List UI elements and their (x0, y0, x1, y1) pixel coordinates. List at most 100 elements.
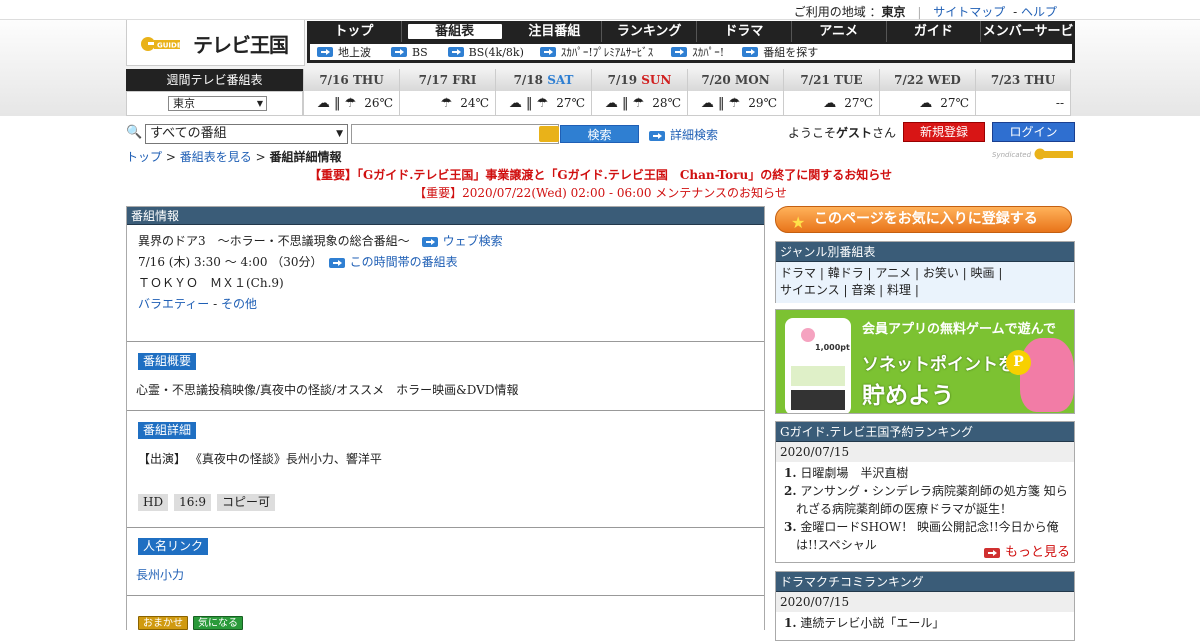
breadcrumb-separator: > (255, 150, 266, 164)
register-button[interactable]: 新規登録 (903, 122, 985, 142)
day-of-week: TUE (834, 73, 863, 87)
genre-link[interactable]: サイエンス (780, 283, 840, 297)
area-select[interactable]: 東京 (168, 96, 267, 111)
day-weather: ☁ ‖ ☂ 28℃ (592, 91, 687, 116)
program-summary-section: 番組概要 心霊・不思議投稿映像/真夜中の怪談/オススメ ホラー映画&DVD情報 (127, 342, 764, 411)
omakase-button[interactable]: おまかせ (138, 616, 188, 630)
person-link[interactable]: 長州小力 (136, 568, 184, 582)
genre-link[interactable]: 料理 (887, 283, 911, 297)
sub-link-find-program[interactable]: 番組を探す (742, 44, 818, 60)
breadcrumb-epg[interactable]: 番組表を見る (180, 150, 252, 164)
sitemap-link[interactable]: サイトマップ (933, 5, 1005, 19)
program-info-panel: 番組情報 異界のドア3 ～ホラー・不思議現象の総合番組～ ウェブ検索 7/16 (… (126, 206, 765, 630)
syndicated-logo: Syndicated (990, 146, 1075, 162)
search-input[interactable] (351, 124, 559, 144)
day-date-text: 7/19 (607, 73, 638, 87)
web-search-link[interactable]: ウェブ検索 (421, 234, 503, 248)
sub-link-terrestrial[interactable]: 地上波 (317, 44, 371, 60)
day-column[interactable]: 7/17 FRI ☂ 24℃ (399, 69, 495, 116)
genre-link-other[interactable]: その他 (221, 297, 257, 311)
day-column[interactable]: 7/19 SUN ☁ ‖ ☂ 28℃ (591, 69, 687, 116)
program-detail: 【出演】 《真夜中の怪談》長州小力、響洋平 (138, 452, 382, 466)
sub-link-skyperfect-premium[interactable]: ｽｶﾊﾟｰ!ﾌﾟﾚﾐｱﾑｻｰﾋﾞｽ (539, 44, 653, 60)
sonet-point-banner[interactable]: 1,000pt 会員アプリの無料ゲームで遊んで ソネットポイントを 貯めよう P (775, 309, 1075, 414)
advanced-search-link[interactable]: 詳細検索 (649, 126, 718, 143)
more-link[interactable]: もっと見る (983, 541, 1070, 560)
day-date-text: 7/23 (990, 73, 1021, 87)
day-temperature: 27℃ (556, 96, 585, 110)
day-weather: ☂ 24℃ (400, 91, 495, 116)
nav-tab-top[interactable]: トップ (307, 21, 402, 42)
weather-icon: ☁ ‖ ☂ (316, 95, 357, 111)
genre-link[interactable]: 音楽 (851, 283, 875, 297)
sub-link-label: BS(4k/8k) (468, 45, 524, 59)
nav-tab-member[interactable]: メンバーサービス (981, 21, 1075, 60)
sub-link-bs[interactable]: BS (391, 46, 428, 59)
nav-tab-featured[interactable]: 注目番組 (508, 21, 603, 42)
login-button[interactable]: ログイン (992, 122, 1075, 142)
day-column[interactable]: 7/20 MON ☁ ‖ ☂ 29℃ (687, 69, 783, 116)
day-weather: ☁ ‖ ☂ 26℃ (304, 91, 399, 116)
nav-tab-anime[interactable]: アニメ (792, 21, 887, 42)
weather-icon: ☁ ‖ ☂ (604, 95, 645, 111)
nav-tab-guide[interactable]: ガイド (887, 21, 982, 42)
arrow-icon (671, 47, 688, 57)
welcome-suffix: さん (872, 126, 897, 140)
day-column[interactable]: 7/16 THU ☁ ‖ ☂ 26℃ (303, 69, 399, 116)
day-column[interactable]: 7/21 TUE ☁ 27℃ (783, 69, 879, 116)
search-button[interactable]: 検索 (560, 125, 639, 143)
genre-separator: | (994, 266, 1003, 280)
program-info-header: 番組情報 (127, 207, 764, 225)
person-link-section: 人名リンク 長州小力 (127, 528, 764, 596)
search-category-select[interactable]: すべての番組 (145, 124, 348, 144)
arrow-icon (742, 47, 759, 57)
sub-link-label: BS (412, 45, 428, 59)
day-date-text: 7/17 (418, 73, 449, 87)
nav-tab-drama[interactable]: ドラマ (697, 21, 792, 42)
day-column[interactable]: 7/22 WED ☁ 27℃ (879, 69, 975, 116)
kininaru-button[interactable]: 気になる (193, 616, 243, 630)
arrow-icon (317, 47, 333, 57)
genre-link[interactable]: 韓ドラ (828, 266, 864, 280)
genre-link[interactable]: ドラマ (780, 266, 816, 280)
day-date-text: 7/21 (800, 73, 830, 87)
add-favorite-label: このページをお気に入りに登録する (814, 211, 1038, 227)
nav-tab-epg[interactable]: 番組表 (407, 24, 502, 39)
program-title: 異界のドア3 ～ホラー・不思議現象の総合番組～ (138, 234, 410, 248)
program-channel: ＴＯＫＹＯ ＭＸ１(Ch.9) (138, 276, 284, 290)
nav-tab-ranking[interactable]: ランキング (602, 21, 697, 42)
day-column[interactable]: 7/18 SAT ☁ ‖ ☂ 27℃ (495, 69, 591, 116)
aspect-badge: 16:9 (174, 494, 212, 511)
sub-link-skyperfect[interactable]: ｽｶﾊﾟｰ! (671, 44, 724, 60)
day-temperature: 24℃ (460, 96, 489, 110)
drama-review-ranking-date: 2020/07/15 (776, 592, 1074, 612)
phone-thumbs (791, 390, 845, 410)
ranking-item[interactable]: 2. アンサング・シンデレラ病院薬剤師の処方箋 知られざる病院薬剤師の医療ドラマ… (780, 482, 1070, 518)
breadcrumb-top[interactable]: トップ (126, 150, 162, 164)
day-column[interactable]: 7/23 THU -- (975, 69, 1071, 116)
genre-separator: | (911, 283, 919, 297)
genre-link[interactable]: お笑い (923, 266, 959, 280)
add-favorite-button[interactable]: ★ このページをお気に入りに登録する (775, 206, 1072, 233)
ranking-item[interactable]: 1. 日曜劇場 半沢直樹 (780, 464, 1070, 482)
day-date: 7/23 THU (976, 69, 1070, 91)
ranking-item[interactable]: 1. 連続テレビ小説「エール」 (780, 614, 1070, 632)
important-notice-maintenance[interactable]: 【重要】2020/07/22(Wed) 02:00 - 06:00 メンテナンス… (126, 184, 1075, 201)
sub-link-bs4k[interactable]: BS(4k/8k) (447, 45, 524, 59)
day-date-text: 7/20 (701, 73, 731, 87)
day-of-week: FRI (452, 73, 477, 87)
same-time-schedule-link[interactable]: この時間帯の番組表 (328, 255, 458, 269)
important-notice-transfer[interactable]: 【重要】「Gガイド.テレビ王国」事業譲渡と「Gガイド.テレビ王国 Chan-To… (126, 166, 1075, 183)
genre-link[interactable]: アニメ (875, 266, 911, 280)
genre-link[interactable]: 映画 (971, 266, 995, 280)
site-logo[interactable]: GUIDE テレビ王国 (126, 20, 305, 66)
day-date-text: 7/22 (894, 73, 924, 87)
help-link[interactable]: ヘルプ (1021, 5, 1057, 19)
ranking-item-title: アンサング・シンデレラ病院薬剤師の処方箋 知られざる病院薬剤師の医療ドラマが誕生… (796, 484, 1068, 516)
arrow-icon (649, 130, 665, 141)
weekly-schedule-label[interactable]: 週間テレビ番組表 (126, 69, 303, 91)
day-date: 7/22 WED (880, 69, 975, 91)
welcome-prefix: ようこそ (788, 126, 837, 140)
genre-link-variety[interactable]: バラエティー (138, 297, 209, 311)
arrow-icon (447, 47, 464, 57)
